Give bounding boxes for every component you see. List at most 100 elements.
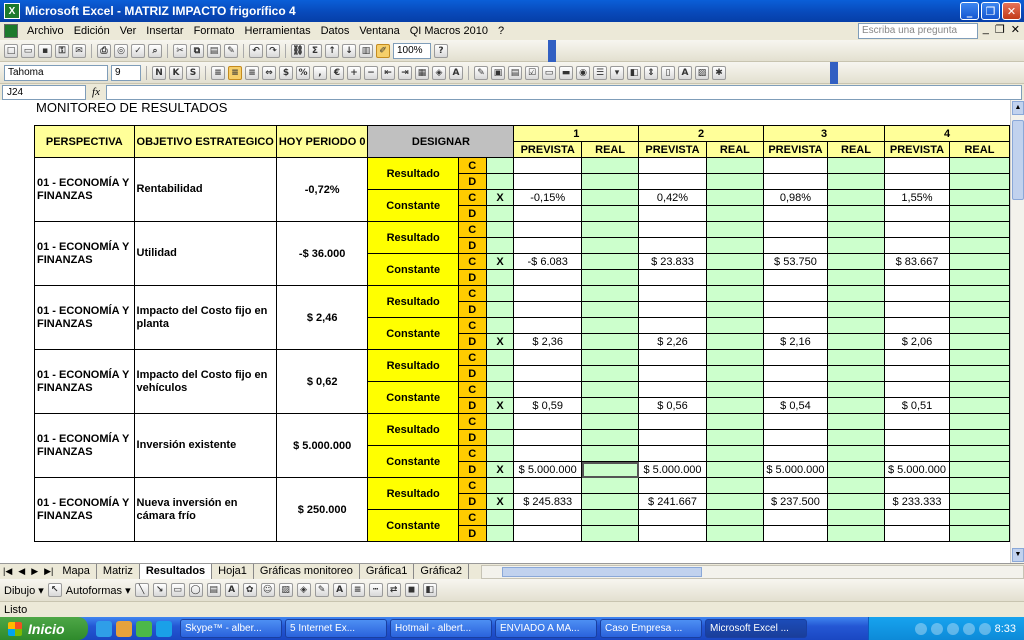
prevista-cell[interactable]: $ 0,59 <box>513 397 583 414</box>
real-cell[interactable] <box>581 493 640 510</box>
real-cell[interactable] <box>948 285 1010 302</box>
paste-icon[interactable]: ▤ <box>207 43 221 58</box>
arrow-icon[interactable]: ↘ <box>152 583 167 597</box>
drawing-icon[interactable]: ✐ <box>376 43 390 58</box>
real-cell[interactable] <box>705 413 764 430</box>
designar-code-cell[interactable]: C <box>457 221 487 238</box>
italic-icon[interactable]: K <box>169 65 183 80</box>
prevista-cell[interactable] <box>884 205 950 222</box>
tab-matriz[interactable]: Matriz <box>97 564 140 579</box>
designar-code-cell[interactable]: D <box>457 237 487 254</box>
menu-qi-macros[interactable]: QI Macros 2010 <box>405 25 493 37</box>
prevista-cell[interactable] <box>884 237 950 254</box>
font-color-icon[interactable]: A <box>449 65 463 80</box>
real-cell[interactable] <box>581 301 640 318</box>
label-control-icon[interactable]: A <box>678 65 692 80</box>
designar-code-cell[interactable]: D <box>457 429 487 446</box>
designar-mark-cell[interactable] <box>485 381 515 398</box>
designar-code-cell[interactable]: C <box>457 349 487 366</box>
designar-mark-cell[interactable]: X <box>485 461 515 478</box>
real-cell[interactable] <box>581 237 640 254</box>
prevista-cell[interactable] <box>638 477 707 494</box>
real-cell[interactable] <box>705 317 764 334</box>
prevista-cell[interactable]: -0,15% <box>513 189 583 206</box>
listbox-control-icon[interactable]: ☰ <box>593 65 607 80</box>
designar-code-cell[interactable]: D <box>457 173 487 190</box>
wordart-icon[interactable]: A <box>224 583 239 597</box>
tab-mapa[interactable]: Mapa <box>56 564 97 579</box>
tab-grafica2[interactable]: Gráfica2 <box>414 564 469 579</box>
real-cell[interactable] <box>826 365 886 382</box>
real-cell[interactable] <box>826 301 886 318</box>
tab-grafica1[interactable]: Gráfica1 <box>360 564 415 579</box>
prevista-cell[interactable]: $ 245.833 <box>513 493 583 510</box>
perspectiva-cell[interactable]: 01 - ECONOMÍA Y FINANZAS <box>34 477 135 542</box>
prevista-cell[interactable] <box>513 157 583 174</box>
real-cell[interactable] <box>705 269 764 286</box>
prevista-cell[interactable]: -$ 6.083 <box>513 253 583 270</box>
line-style-icon[interactable]: ≡ <box>350 583 365 597</box>
real-cell[interactable] <box>826 253 886 270</box>
prevista-cell[interactable] <box>513 317 583 334</box>
close-button[interactable]: ✕ <box>1002 2 1021 20</box>
tray-update-icon[interactable] <box>978 622 991 635</box>
task-excel[interactable]: Microsoft Excel ... <box>705 619 807 638</box>
restore-button[interactable]: ❐ <box>981 2 1000 20</box>
menu-archivo[interactable]: Archivo <box>22 25 69 37</box>
prevista-cell[interactable] <box>762 477 828 494</box>
designar-mark-cell[interactable] <box>485 221 515 238</box>
real-cell[interactable] <box>948 461 1010 478</box>
prevista-cell[interactable] <box>884 477 950 494</box>
prevista-cell[interactable] <box>638 237 707 254</box>
hoy-value-cell[interactable]: $ 0,62 <box>275 349 369 414</box>
prevista-cell[interactable] <box>884 413 950 430</box>
menu-herramientas[interactable]: Herramientas <box>240 25 316 37</box>
prevista-cell[interactable]: 0,42% <box>638 189 707 206</box>
properties-icon[interactable]: ▣ <box>491 65 505 80</box>
real-cell[interactable] <box>705 461 764 478</box>
designar-code-cell[interactable]: D <box>457 301 487 318</box>
prevista-cell[interactable] <box>762 429 828 446</box>
menu-ver[interactable]: Ver <box>115 25 142 37</box>
real-cell[interactable] <box>581 333 640 350</box>
objetivo-cell[interactable]: Rentabilidad <box>133 157 277 222</box>
bold-icon[interactable]: N <box>152 65 166 80</box>
real-cell[interactable] <box>705 509 764 526</box>
prevista-cell[interactable] <box>513 269 583 286</box>
real-cell[interactable] <box>581 205 640 222</box>
real-cell[interactable] <box>826 429 886 446</box>
font-name-select[interactable]: Tahoma <box>4 64 108 81</box>
real-cell[interactable] <box>826 173 886 190</box>
designar-code-cell[interactable]: C <box>457 317 487 334</box>
prevista-cell[interactable] <box>638 509 707 526</box>
email-icon[interactable]: ✉ <box>72 43 86 58</box>
next-sheet-icon[interactable]: ▶ <box>28 566 41 577</box>
real-cell[interactable] <box>948 301 1010 318</box>
prevista-cell[interactable]: 0,98% <box>762 189 828 206</box>
shadow-icon[interactable]: ◼ <box>404 583 419 597</box>
real-cell[interactable] <box>826 237 886 254</box>
designar-mark-cell[interactable] <box>485 365 515 382</box>
prevista-cell[interactable] <box>513 173 583 190</box>
designar-code-cell[interactable]: D <box>457 365 487 382</box>
hoy-value-cell[interactable]: -$ 36.000 <box>275 221 369 286</box>
merge-center-icon[interactable]: ⇔ <box>262 65 276 80</box>
real-cell[interactable] <box>705 493 764 510</box>
prevista-cell[interactable] <box>884 429 950 446</box>
ie-icon[interactable] <box>96 620 112 637</box>
arrow-style-icon[interactable]: ⇄ <box>386 583 401 597</box>
designar-mark-cell[interactable]: X <box>485 189 515 206</box>
resultado-label[interactable]: Resultado <box>367 157 459 190</box>
picture-icon[interactable]: ▨ <box>278 583 293 597</box>
real-cell[interactable] <box>581 157 640 174</box>
borders-icon[interactable]: ▦ <box>415 65 429 80</box>
rectangle-icon[interactable]: ▭ <box>170 583 185 597</box>
designar-mark-cell[interactable]: X <box>485 333 515 350</box>
real-cell[interactable] <box>581 365 640 382</box>
designar-mark-cell[interactable] <box>485 237 515 254</box>
prevista-cell[interactable] <box>762 317 828 334</box>
last-sheet-icon[interactable]: ▶| <box>41 566 56 577</box>
prevista-cell[interactable] <box>638 525 707 542</box>
tray-volume-icon[interactable] <box>930 622 943 635</box>
real-cell[interactable] <box>948 509 1010 526</box>
